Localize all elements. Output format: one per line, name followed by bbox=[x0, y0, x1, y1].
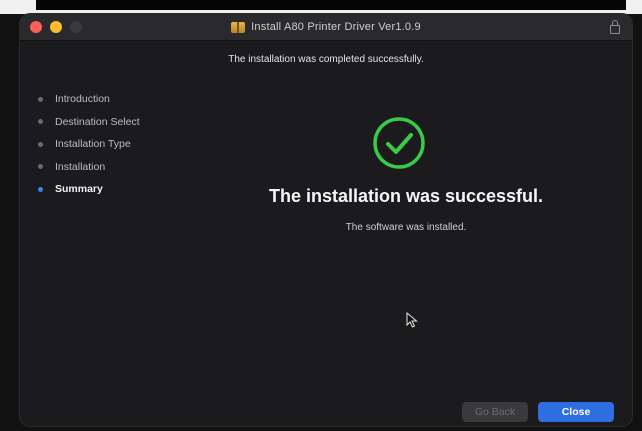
checkmark-circle-icon bbox=[373, 117, 425, 169]
steps-sidebar: Introduction Destination Select Installa… bbox=[32, 88, 192, 201]
step-dot bbox=[38, 141, 43, 147]
window-title-wrap: Install A80 Printer Driver Ver1.0.9 bbox=[20, 14, 632, 40]
step-installation-type: Installation Type bbox=[32, 133, 192, 156]
success-title: The installation was successful. bbox=[268, 186, 544, 206]
success-subtitle: The software was installed. bbox=[345, 222, 467, 233]
window-title: Install A80 Printer Driver Ver1.0.9 bbox=[251, 21, 421, 33]
step-label: Introduction bbox=[55, 93, 110, 106]
title-bar: Install A80 Printer Driver Ver1.0.9 bbox=[20, 14, 632, 41]
step-label: Destination Select bbox=[55, 115, 140, 128]
step-dot-active bbox=[38, 186, 43, 192]
step-destination-select: Destination Select bbox=[32, 111, 192, 134]
close-button[interactable]: Close bbox=[538, 402, 614, 422]
photo-frame: Install A80 Printer Driver Ver1.0.9 The … bbox=[0, 0, 642, 431]
lock-icon[interactable] bbox=[610, 20, 620, 34]
step-introduction: Introduction bbox=[32, 88, 192, 111]
step-label: Installation Type bbox=[55, 138, 131, 151]
step-installation: Installation bbox=[32, 156, 192, 179]
step-dot bbox=[38, 119, 43, 125]
top-bezel bbox=[0, 0, 642, 14]
go-back-button[interactable]: Go Back bbox=[462, 402, 528, 422]
step-label: Installation bbox=[55, 160, 106, 173]
step-summary: Summary bbox=[32, 178, 192, 201]
header-message: The installation was completed successfu… bbox=[228, 54, 424, 65]
mouse-cursor-icon bbox=[406, 312, 418, 328]
step-dot bbox=[38, 96, 43, 102]
step-label: Summary bbox=[55, 183, 103, 196]
step-dot bbox=[38, 164, 43, 170]
top-bezel-inner bbox=[36, 0, 626, 10]
installer-window: Install A80 Printer Driver Ver1.0.9 The … bbox=[20, 14, 632, 426]
package-icon bbox=[231, 21, 246, 33]
